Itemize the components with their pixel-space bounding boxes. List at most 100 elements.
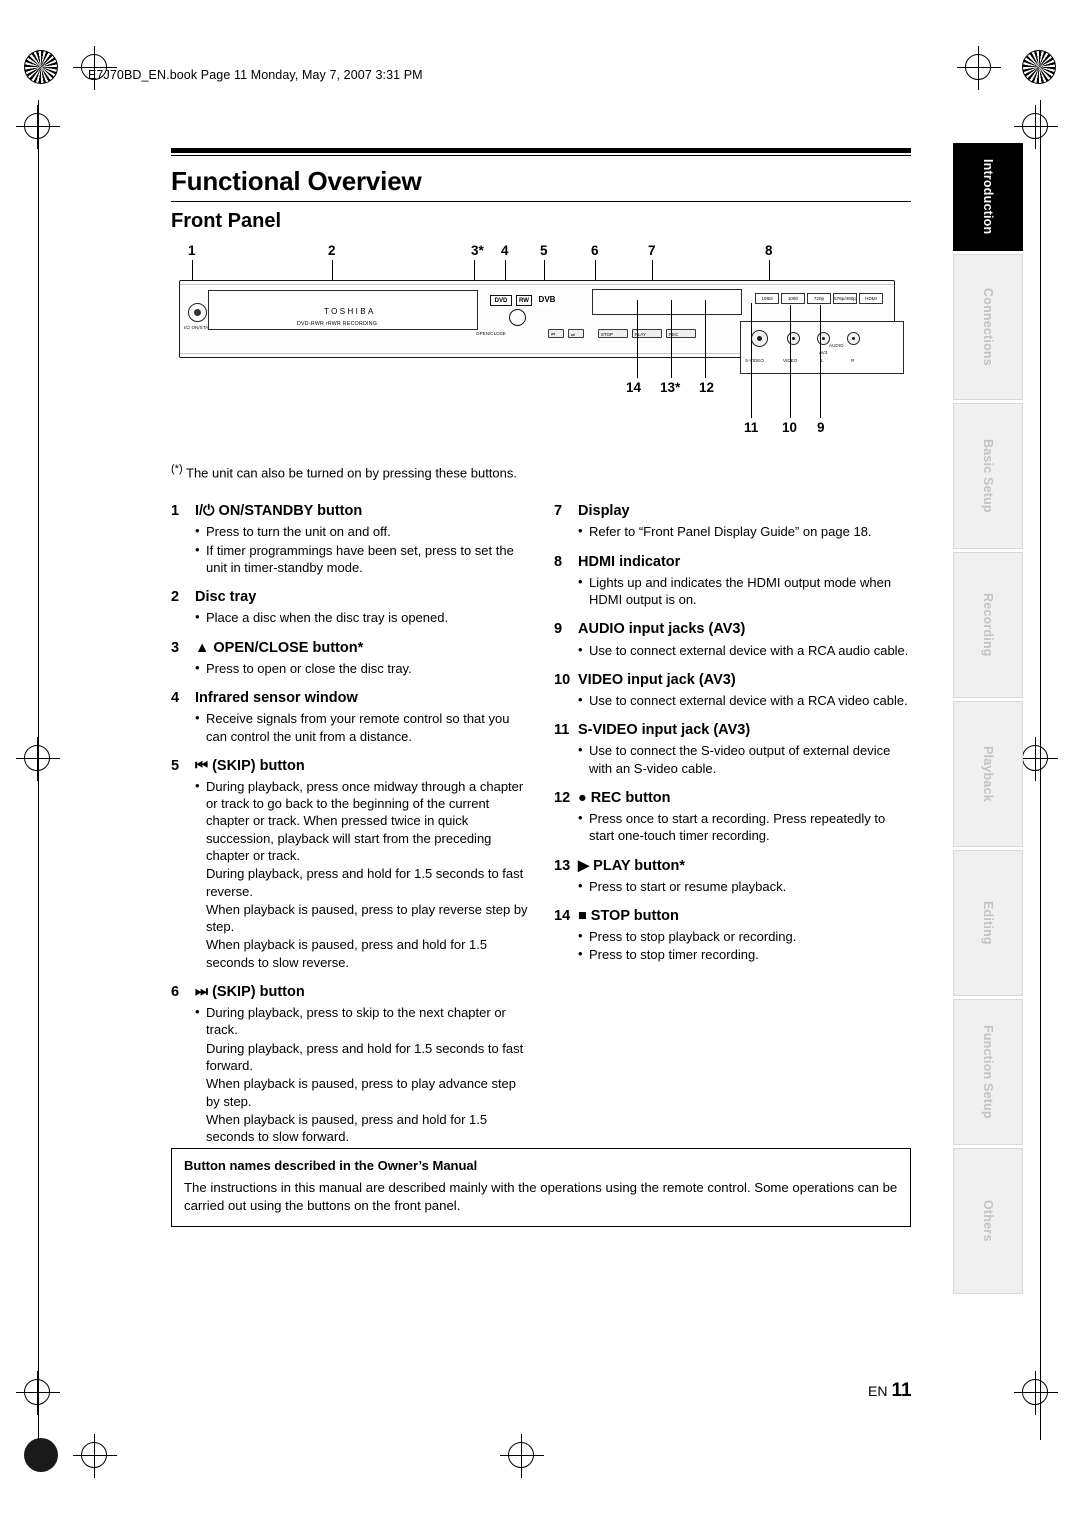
feature-item-bullets: Press to stop playback or recording.Pres… xyxy=(578,927,911,964)
hdmi-indicator-strip: 1080i 1080 720p 576p/480p HDMI xyxy=(755,293,883,304)
registration-target-left-lower xyxy=(16,1371,60,1415)
audio-label: AUDIO xyxy=(829,343,844,348)
feature-item-bullets: Use to connect external device with a RC… xyxy=(578,641,911,659)
video-input-jack[interactable] xyxy=(787,332,800,345)
feature-bullet: If timer programmings have been set, pre… xyxy=(195,541,528,577)
feature-item-title: ■ STOP button xyxy=(578,908,679,925)
chapter-tab-introduction[interactable]: Introduction xyxy=(953,143,1023,251)
feature-item: 5 ⏮ (SKIP) button During playback, press o… xyxy=(171,757,528,971)
feature-item-bullets: Use to connect the S-video output of ext… xyxy=(578,741,911,777)
description-columns: 1 I/⏻ ON/STANDBY button Press to turn the … xyxy=(171,502,911,1157)
feature-item-number: 4 xyxy=(171,690,180,707)
stop-button-label: STOP xyxy=(601,331,613,337)
leader-11 xyxy=(751,303,752,418)
leader-14 xyxy=(637,300,638,378)
device-sub-label: DVD-RWR rRWR RECORDING xyxy=(297,321,378,327)
feature-item-number: 8 xyxy=(554,553,563,570)
feature-bullet: During playback, press once midway throu… xyxy=(195,777,528,864)
feature-bullet: During playback, press and hold for 1.5 … xyxy=(206,866,524,899)
feature-bullet: When playback is paused, press to play a… xyxy=(206,1076,517,1109)
feature-bullet: Refer to “Front Panel Display Guide” on … xyxy=(578,522,911,540)
device-seam-top xyxy=(180,284,894,285)
feature-item-title: HDMI indicator xyxy=(578,553,681,570)
feature-item-bullets: During playback, press to skip to the ne… xyxy=(195,1003,528,1145)
chapter-tab-recording[interactable]: Recording xyxy=(953,552,1023,698)
leader-12 xyxy=(705,300,706,378)
front-panel-device: I/⏻ ON/STANDBY TOSHIBA DVD-RWR rRWR RECO… xyxy=(179,280,904,374)
feature-bullet: Press to open or close the disc tray. xyxy=(195,659,528,677)
feature-bullet: Lights up and indicates the HDMI output … xyxy=(578,573,911,609)
dvb-logo-icon: DVB xyxy=(536,295,558,306)
chapter-tab-label: Others xyxy=(981,1200,995,1242)
rw-logo-text: RW xyxy=(519,298,529,304)
audio-r-label: R xyxy=(851,358,855,363)
feature-item-bullets: Press to start or resume playback. xyxy=(578,877,911,895)
chapter-tab-basic-setup[interactable]: Basic Setup xyxy=(953,403,1023,549)
feature-item-title: Display xyxy=(578,503,630,520)
s-video-input-jack[interactable] xyxy=(751,330,768,347)
feature-item-number: 6 xyxy=(171,984,180,1001)
feature-item-number: 11 xyxy=(554,722,570,739)
feature-bullet: Press to turn the unit on and off. xyxy=(195,522,528,540)
audio-input-jack-r[interactable] xyxy=(847,332,860,345)
callout-4: 4 xyxy=(501,243,509,258)
feature-bullet: Press to stop timer recording. xyxy=(578,945,911,963)
infrared-sensor-window xyxy=(509,309,526,326)
feature-item: 9 AUDIO input jacks (AV3) Use to connect e… xyxy=(554,620,911,658)
page-number: 11 xyxy=(891,1380,912,1401)
indicator-720p: 720p xyxy=(807,293,831,304)
front-panel-figure: 1 2 3* 4 5 6 7 8 I/⏻ ON/STANDBY TOSHIBA … xyxy=(171,243,911,453)
feature-bullet: Press to start or resume playback. xyxy=(578,877,911,895)
feature-item: 8 HDMI indicator Lights up and indicates t… xyxy=(554,553,911,609)
feature-item: 12 ● REC button Press once to start a reco… xyxy=(554,789,911,845)
skip-fwd-button[interactable]: ⏭ xyxy=(568,329,584,338)
chapter-tab-function-setup[interactable]: Function Setup xyxy=(953,999,1023,1145)
callout-6: 6 xyxy=(591,243,599,258)
stop-button[interactable]: STOP xyxy=(598,329,628,338)
open-close-label: OPEN/CLOSE xyxy=(476,331,506,336)
disc-tray[interactable]: TOSHIBA DVD-RWR rRWR RECORDING xyxy=(208,290,478,330)
feature-bullet: During playback, press to skip to the ne… xyxy=(195,1003,528,1039)
feature-bullet: During playback, press and hold for 1.5 … xyxy=(206,1040,524,1073)
chapter-tab-editing[interactable]: Editing xyxy=(953,850,1023,996)
feature-item-heading: 12 ● REC button xyxy=(554,789,911,807)
power-standby-button[interactable] xyxy=(188,303,207,322)
callout-1: 1 xyxy=(188,243,196,258)
feature-bullet: When playback is paused, press to play r… xyxy=(206,901,528,935)
registration-target-left-upper xyxy=(16,105,60,149)
feature-item: 13 ▶ PLAY button* Press to start or resume… xyxy=(554,857,911,895)
registration-target-top-right xyxy=(957,46,1001,90)
feature-item-bullets: Press to turn the unit on and off.If tim… xyxy=(195,522,528,577)
chapter-tab-others[interactable]: Others xyxy=(953,1148,1023,1294)
feature-item-heading: 13 ▶ PLAY button* xyxy=(554,857,911,875)
print-starburst-mark-top-right xyxy=(1022,50,1056,84)
feature-item: 10 VIDEO input jack (AV3) Use to connect e… xyxy=(554,671,911,709)
feature-item-title: AUDIO input jacks (AV3) xyxy=(578,621,746,638)
feature-item-title: Disc tray xyxy=(195,589,257,606)
feature-item-title: Infrared sensor window xyxy=(195,690,358,707)
chapter-tab-connections[interactable]: Connections xyxy=(953,254,1023,400)
feature-item-heading: 1 I/⏻ ON/STANDBY button xyxy=(171,502,528,520)
feature-item: 11 S-VIDEO input jack (AV3) Use to connect… xyxy=(554,721,911,777)
leader-9 xyxy=(820,305,821,418)
callout-7: 7 xyxy=(648,243,656,258)
brand-logo: TOSHIBA xyxy=(324,307,376,316)
crop-mark-right xyxy=(1040,100,1041,1440)
feature-bullet: When playback is paused, press and hold … xyxy=(206,1111,488,1145)
callout-5: 5 xyxy=(540,243,548,258)
registration-target-right-upper xyxy=(1014,105,1058,149)
skip-back-button[interactable]: ⏮ xyxy=(548,329,564,338)
feature-item-heading: 6 ⏭ (SKIP) button xyxy=(171,983,528,1001)
title-rule-thin xyxy=(171,155,911,156)
feature-item-heading: 5 ⏮ (SKIP) button xyxy=(171,757,528,775)
feature-item-number: 1 xyxy=(171,503,180,520)
feature-item: 2 Disc tray Place a disc when the disc tra… xyxy=(171,588,528,626)
chapter-tab-playback[interactable]: Playback xyxy=(953,701,1023,847)
chapter-tab-label: Introduction xyxy=(981,159,995,235)
feature-item-title: ▲ OPEN/CLOSE button* xyxy=(195,639,364,656)
book-header-text: E7J70BD_EN.book Page 11 Monday, May 7, 2… xyxy=(88,68,423,82)
s-video-label: S-VIDEO xyxy=(745,358,764,363)
description-column-left: 1 I/⏻ ON/STANDBY button Press to turn the … xyxy=(171,502,528,1157)
chapter-tab-label: Editing xyxy=(981,901,995,945)
av3-jack-panel: AV3 S-VIDEO VIDEO L R AUDIO xyxy=(740,321,904,374)
